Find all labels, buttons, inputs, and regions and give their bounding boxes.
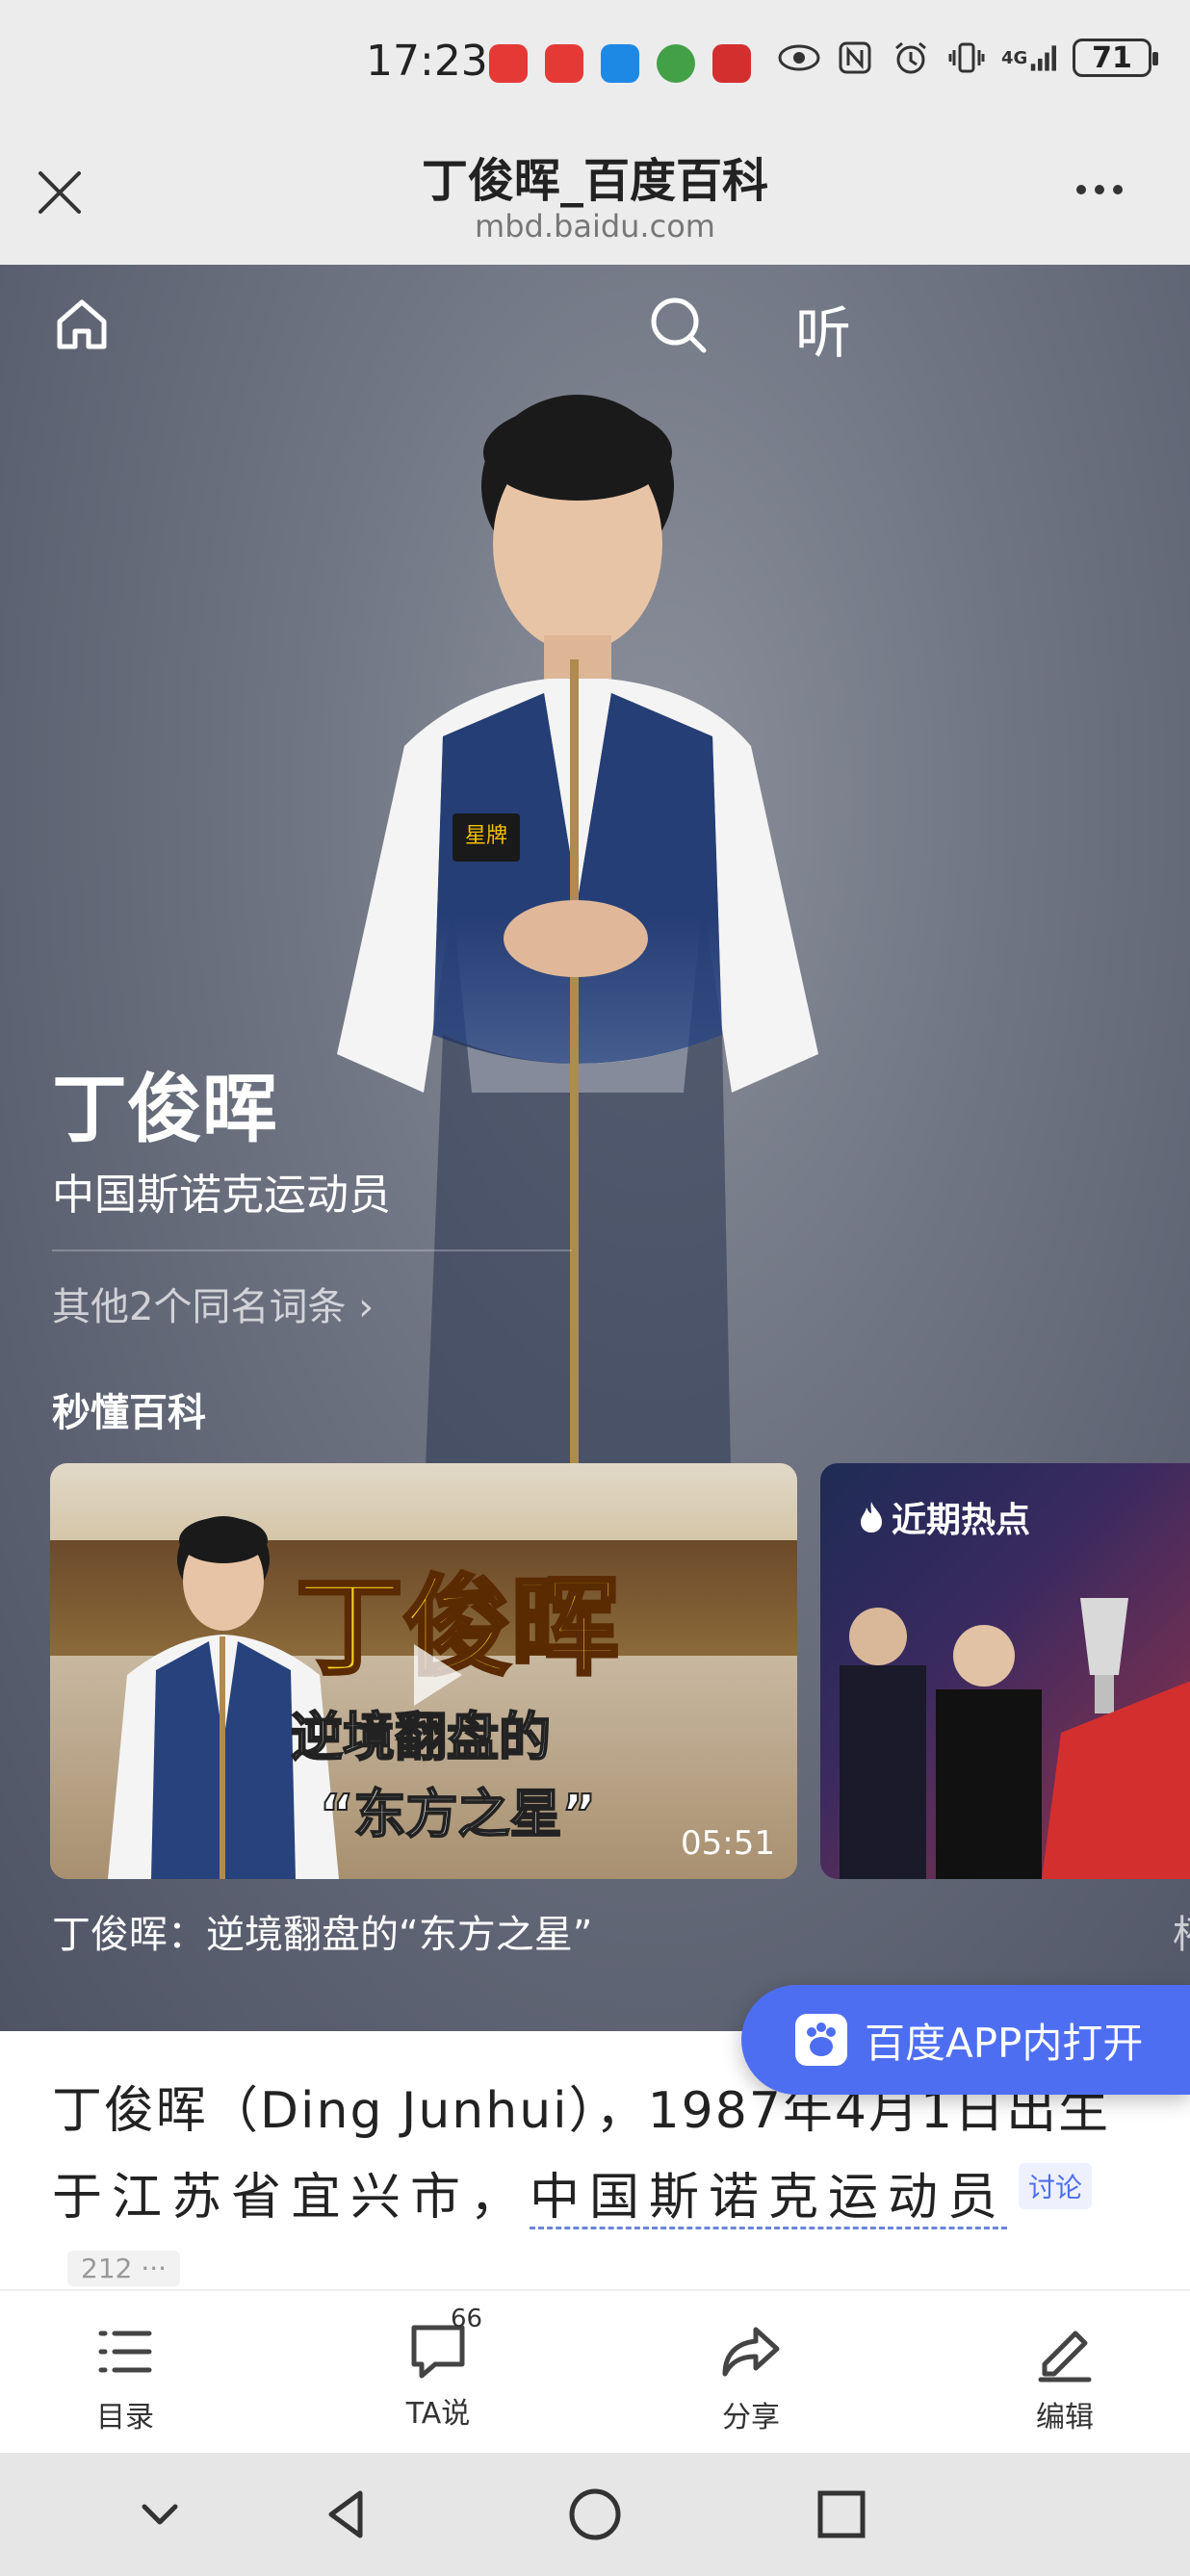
open-app-label: 百度APP内打开 bbox=[865, 2019, 1144, 2067]
discuss-tag[interactable]: 讨论 bbox=[1019, 2162, 1093, 2209]
hot-badge-label: 近期热点 bbox=[892, 1501, 1031, 1540]
intro-occupation-link[interactable]: 中国斯诺克运动员 bbox=[530, 2169, 1008, 2229]
more-dot-icon bbox=[1095, 185, 1104, 194]
listen-button[interactable]: 听 bbox=[795, 288, 851, 369]
health-app-icon bbox=[712, 44, 751, 83]
alarm-icon bbox=[890, 39, 932, 77]
list-icon bbox=[98, 2331, 152, 2373]
video-subtitle-overlay-2: “东方之星” bbox=[319, 1783, 597, 1845]
status-right-icons: 4G 71 bbox=[778, 39, 1158, 77]
video-caption-main[interactable]: 丁俊晖：逆境翻盘的“东方之星” bbox=[52, 1903, 592, 1959]
ta-icon-wrap: 66 bbox=[404, 2305, 482, 2383]
more-dot-icon bbox=[1113, 185, 1123, 194]
recents-square-icon[interactable] bbox=[813, 2486, 870, 2543]
news-app-icon bbox=[545, 44, 583, 83]
open-in-baidu-app-button[interactable]: 百度APP内打开 bbox=[741, 1985, 1190, 2095]
status-bar: 17:23 4G 71 bbox=[0, 0, 1190, 125]
signal-icon: 4G bbox=[1001, 39, 1059, 77]
edit-pencil-icon bbox=[1038, 2331, 1092, 2383]
chevron-down-icon[interactable] bbox=[131, 2486, 189, 2543]
toolbar-ta-label: TA说 bbox=[405, 2397, 471, 2431]
nfc-icon bbox=[834, 39, 876, 77]
network-label: 4G bbox=[1001, 47, 1028, 68]
discussion-count[interactable]: 212 ··· bbox=[67, 2251, 181, 2286]
back-icon[interactable] bbox=[318, 2486, 375, 2543]
hero-banner: 听 星牌 丁俊晖 中国斯诺克运动员 其他2个同名词条 › 秒懂百科 丁俊晖 逆境… bbox=[0, 265, 1190, 2031]
entry-description: 中国斯诺克运动员 bbox=[52, 1171, 391, 1220]
entry-name: 丁俊晖 bbox=[52, 1067, 278, 1153]
baidu-paw-icon bbox=[795, 2014, 847, 2066]
home-button[interactable] bbox=[48, 291, 116, 358]
battery-indicator: 71 bbox=[1073, 39, 1158, 77]
home-circle-icon[interactable] bbox=[566, 2486, 624, 2543]
search-button[interactable] bbox=[645, 292, 712, 359]
video-card-hot[interactable]: 近期热点 bbox=[820, 1463, 1190, 1879]
page-url: mbd.baidu.com bbox=[475, 208, 715, 245]
vibrate-icon bbox=[945, 39, 988, 77]
hot-badge: 近期热点 bbox=[857, 1492, 1030, 1542]
system-nav-bar bbox=[0, 2453, 1190, 2576]
hero-divider bbox=[52, 1249, 572, 1251]
toolbar-share-label: 分享 bbox=[722, 2401, 780, 2434]
svg-text:星牌: 星牌 bbox=[465, 824, 507, 848]
play-icon[interactable] bbox=[385, 1627, 481, 1723]
intro-line-2: 于江苏省宜兴市，中国斯诺克运动员 讨论 bbox=[52, 2156, 1093, 2229]
bottom-toolbar: 目录 66 TA说 分享 编辑 bbox=[0, 2289, 1190, 2453]
search-icon bbox=[651, 297, 707, 353]
eye-icon bbox=[778, 39, 820, 77]
ta-count-badge: 66 bbox=[451, 2305, 483, 2333]
more-dot-icon bbox=[1076, 185, 1086, 194]
app-notification-icon bbox=[489, 44, 528, 83]
calendar-app-icon bbox=[601, 44, 639, 83]
homonym-entries-link[interactable]: 其他2个同名词条 › bbox=[52, 1275, 374, 1331]
toolbar-ta-button[interactable]: 66 TA说 bbox=[371, 2305, 505, 2432]
video-thumbnail-crowd bbox=[840, 1598, 1190, 1879]
intro-line-2-prefix: 于江苏省宜兴市， bbox=[52, 2169, 530, 2227]
status-app-icons bbox=[489, 44, 751, 83]
video-duration: 05:51 bbox=[681, 1824, 775, 1863]
video-card-main[interactable]: 丁俊晖 逆境翻盘的 “东方之星” 05:51 bbox=[50, 1463, 797, 1879]
toolbar-edit-button[interactable]: 编辑 bbox=[997, 2320, 1132, 2435]
flame-icon bbox=[861, 1502, 882, 1533]
toolbar-share-button[interactable]: 分享 bbox=[684, 2320, 818, 2435]
toolbar-edit-label: 编辑 bbox=[1036, 2401, 1094, 2434]
share-icon bbox=[722, 2327, 780, 2377]
page-title: 丁俊晖_百度百科 bbox=[421, 154, 768, 208]
section-title-miaodong: 秒懂百科 bbox=[52, 1391, 206, 1435]
toolbar-toc-label: 目录 bbox=[96, 2401, 154, 2434]
browser-titlebar: 丁俊晖_百度百科 mbd.baidu.com bbox=[0, 125, 1190, 265]
status-time: 17:23 bbox=[366, 37, 488, 86]
home-icon bbox=[57, 299, 107, 349]
toolbar-toc-button[interactable]: 目录 bbox=[58, 2320, 193, 2435]
browser-app-icon bbox=[657, 44, 695, 83]
more-options-button[interactable] bbox=[1076, 185, 1123, 194]
video-caption-hot[interactable]: 杯 bbox=[1173, 1903, 1190, 1959]
